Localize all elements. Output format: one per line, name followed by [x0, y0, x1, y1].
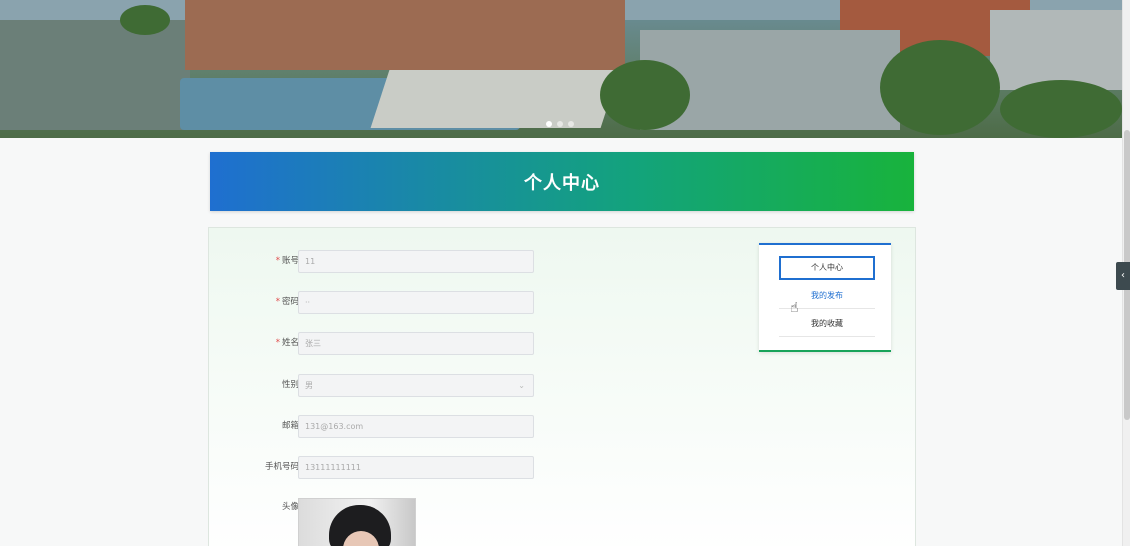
account-input[interactable]: 11 [298, 250, 534, 273]
hand-cursor-icon: ☝ [790, 300, 799, 316]
chevron-left-icon: ‹ [1121, 270, 1125, 281]
carousel-dots [546, 121, 574, 127]
carousel-dot[interactable] [568, 121, 574, 127]
gender-label: 性别 [281, 380, 299, 390]
profile-side-menu: 个人中心 我的发布 我的收藏 [759, 243, 891, 352]
menu-item-profile[interactable]: 个人中心 [779, 256, 875, 280]
page-title: 个人中心 [524, 172, 600, 194]
phone-label: 手机号码 [264, 462, 299, 472]
carousel-dot[interactable] [546, 121, 552, 127]
hero-banner [0, 0, 1122, 138]
banner-roofs-far [990, 10, 1122, 90]
email-input[interactable]: 131@163.com [298, 415, 534, 438]
page-title-bar: 个人中心 [210, 152, 914, 211]
form-row-name: * 姓名 张三 [209, 332, 539, 355]
phone-input[interactable]: 13111111111 [298, 456, 534, 479]
banner-building-center [185, 0, 625, 70]
gender-value: 男 [305, 381, 313, 390]
email-label: 邮箱 [281, 421, 299, 431]
required-mark: * [275, 256, 280, 266]
form-row-phone: 手机号码 13111111111 [209, 456, 539, 479]
carousel-dot[interactable] [557, 121, 563, 127]
avatar-upload[interactable] [298, 498, 416, 546]
password-input[interactable]: ·· [298, 291, 534, 314]
required-mark: * [275, 338, 280, 348]
gender-select[interactable]: 男 ⌄ [298, 374, 534, 397]
account-label: * 账号 [275, 256, 299, 266]
required-mark: * [275, 297, 280, 307]
form-row-email: 邮箱 131@163.com [209, 415, 539, 438]
chevron-down-icon: ⌄ [518, 381, 525, 390]
name-input[interactable]: 张三 [298, 332, 534, 355]
avatar-label: 头像 [281, 502, 299, 512]
form-row-password: * 密码 ·· [209, 291, 539, 314]
banner-tree [1000, 80, 1122, 138]
password-label: * 密码 [275, 297, 299, 307]
form-row-gender: 性别 男 ⌄ [209, 374, 539, 397]
name-label: * 姓名 [275, 338, 299, 348]
banner-tree [600, 60, 690, 130]
banner-tree [880, 40, 1000, 135]
banner-tree [120, 5, 170, 35]
banner-building-left [0, 20, 190, 130]
form-row-account: * 账号 11 [209, 250, 539, 273]
form-row-avatar: 头像 [209, 498, 539, 546]
side-panel-toggle[interactable]: ‹ [1116, 262, 1130, 290]
banner-plaza [370, 70, 620, 128]
